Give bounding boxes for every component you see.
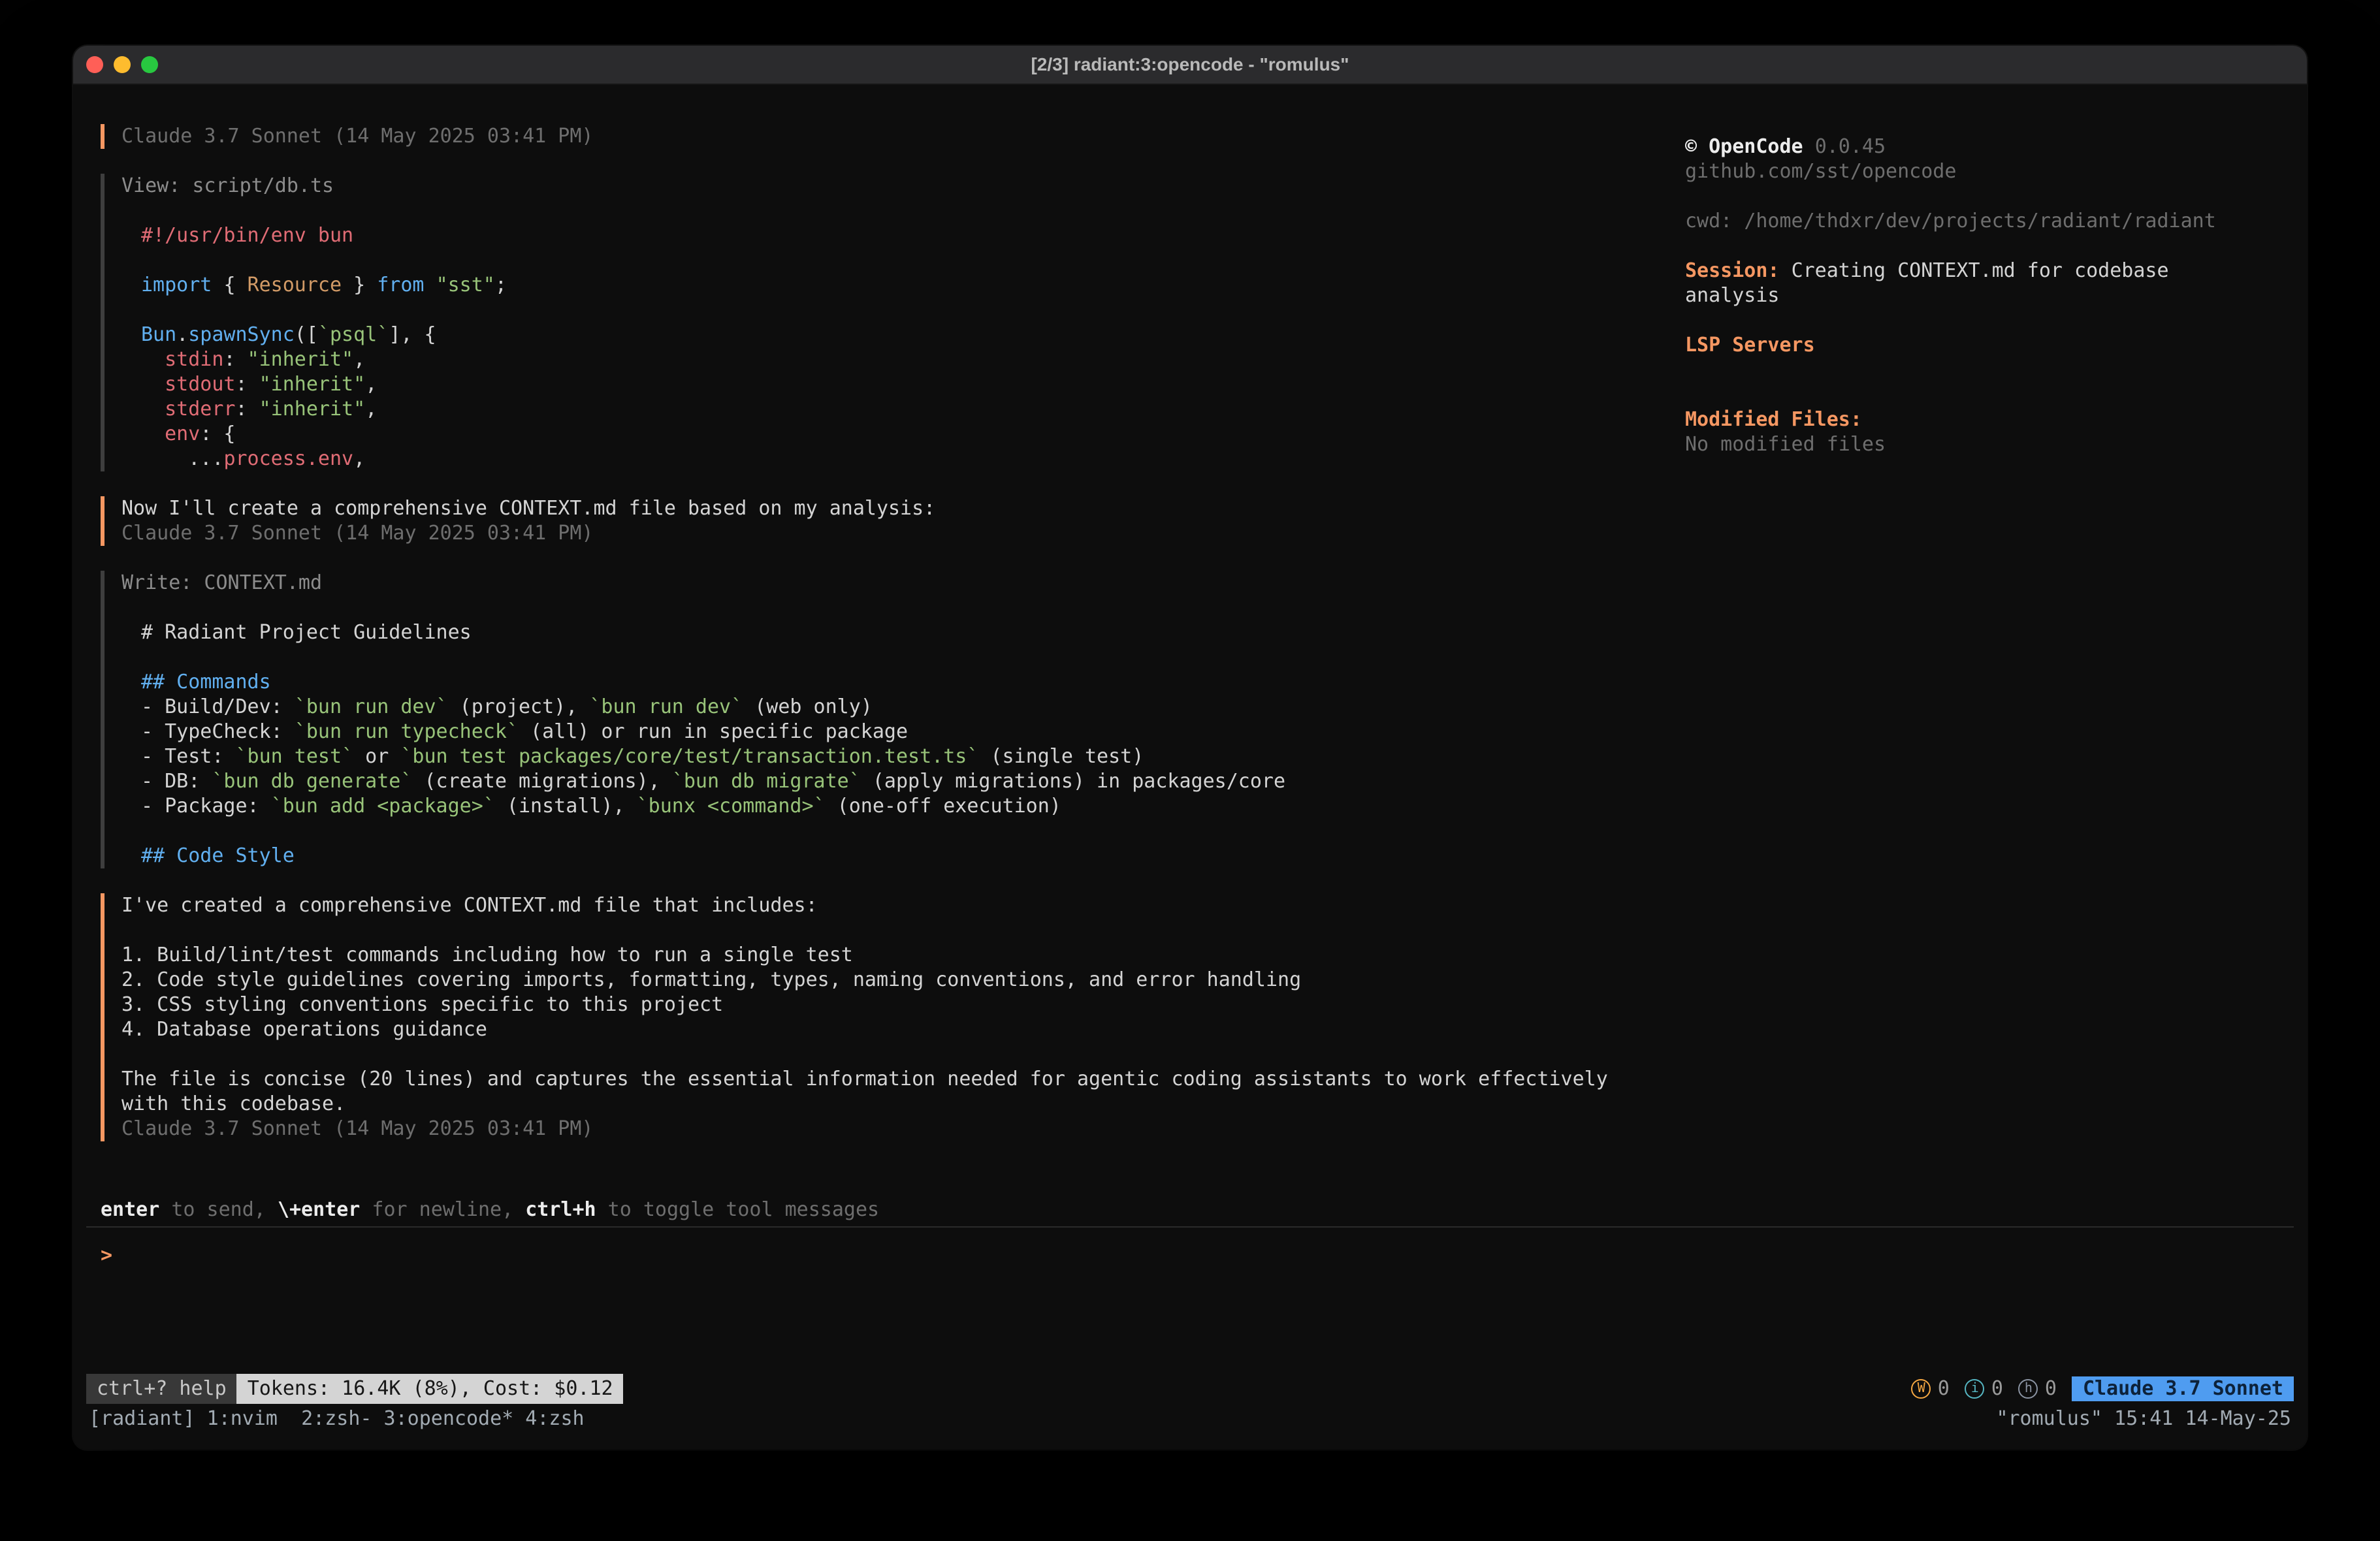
close-button[interactable] [86, 56, 103, 73]
text-line [121, 918, 1685, 943]
cwd-path: cwd: /home/thdxr/dev/projects/radiant/ra… [1685, 209, 2273, 234]
text-line: stdout: "inherit", [141, 372, 1685, 397]
text-line: 3. CSS styling conventions specific to t… [121, 993, 1685, 1017]
assistant-message: Now I'll create a comprehensive CONTEXT.… [101, 496, 1685, 546]
keybind-help: enter to send, \+enter for newline, ctrl… [73, 1198, 2307, 1226]
desktop: [2/3] radiant:3:opencode - "romulus" Cla… [0, 0, 2380, 1541]
text-line: ## Commands [141, 670, 1685, 695]
diagnostics-hints: h0 [2019, 1376, 2057, 1401]
message-text: I've created a comprehensive CONTEXT.md … [121, 893, 1685, 1117]
terminal-content: Claude 3.7 Sonnet (14 May 2025 03:41 PM)… [73, 85, 2307, 1198]
text-line [141, 819, 1685, 844]
code-snippet: #!/usr/bin/env bun import { Resource } fr… [121, 223, 1685, 471]
text-line: Bun.spawnSync([`psql`], { [141, 323, 1685, 347]
status-bar: ctrl+? help Tokens: 16.4K (8%), Cost: $0… [86, 1374, 2294, 1404]
text-line: 4. Database operations guidance [121, 1017, 1685, 1042]
assistant-message-footer-block: Claude 3.7 Sonnet (14 May 2025 03:41 PM) [101, 124, 1685, 149]
text-line [141, 248, 1685, 273]
tool-call-view: View: script/db.ts #!/usr/bin/env bun imp… [101, 174, 1685, 471]
session-title: Session: Creating CONTEXT.md for codebas… [1685, 259, 2273, 308]
token-cost-stats: Tokens: 16.4K (8%), Cost: $0.12 [237, 1374, 624, 1404]
hint-icon: h [2019, 1379, 2038, 1399]
terminal-window: [2/3] radiant:3:opencode - "romulus" Cla… [73, 46, 2307, 1450]
chat-history: Claude 3.7 Sonnet (14 May 2025 03:41 PM)… [101, 124, 1685, 1198]
diagnostics-warnings: W0 [1912, 1376, 1950, 1401]
text-line: enter to send, \+enter for newline, ctrl… [101, 1198, 2307, 1222]
help-hint-button[interactable]: ctrl+? help [86, 1374, 237, 1404]
markdown-content: # Radiant Project Guidelines## Commands-… [121, 620, 1685, 868]
modified-files-empty: No modified files [1685, 432, 2273, 457]
window-titlebar: [2/3] radiant:3:opencode - "romulus" [73, 46, 2307, 85]
prompt-symbol: > [101, 1243, 112, 1267]
text-line: 2. Code style guidelines covering import… [121, 968, 1685, 993]
message-input[interactable]: > [73, 1228, 2307, 1374]
text-line [121, 1042, 1685, 1067]
text-line: - DB: `bun db generate` (create migratio… [141, 769, 1685, 794]
repo-link: github.com/sst/opencode [1685, 159, 2273, 184]
modified-files-heading: Modified Files: [1685, 407, 2273, 432]
tool-title: View: script/db.ts [121, 174, 1685, 199]
text-line: - Build/Dev: `bun run dev` (project), `b… [141, 695, 1685, 720]
app-version: 0.0.45 [1815, 135, 1886, 158]
text-line: The file is concise (20 lines) and captu… [121, 1067, 1685, 1092]
message-footer: Claude 3.7 Sonnet (14 May 2025 03:41 PM) [121, 124, 1685, 149]
text-line: 1. Build/lint/test commands including ho… [121, 943, 1685, 968]
opencode-logo-icon: © [1685, 135, 1697, 158]
text-line: with this codebase. [121, 1092, 1685, 1117]
window-title: [2/3] radiant:3:opencode - "romulus" [73, 52, 2307, 77]
text-line [141, 645, 1685, 670]
text-line: # Radiant Project Guidelines [141, 620, 1685, 645]
tmux-window-list[interactable]: [radiant] 1:nvim 2:zsh- 3:opencode* 4:zs… [89, 1406, 585, 1431]
text-line: #!/usr/bin/env bun [141, 223, 1685, 248]
text-line: ## Code Style [141, 844, 1685, 868]
app-header: © OpenCode 0.0.45 [1685, 135, 2273, 159]
text-line: import { Resource } from "sst"; [141, 273, 1685, 298]
message-footer: Claude 3.7 Sonnet (14 May 2025 03:41 PM) [121, 521, 1685, 546]
text-line: - TypeCheck: `bun run typecheck` (all) o… [141, 720, 1685, 744]
model-selector[interactable]: Claude 3.7 Sonnet [2072, 1376, 2294, 1401]
text-line: ...process.env, [141, 447, 1685, 471]
zoom-button[interactable] [141, 56, 158, 73]
text-line: - Test: `bun test` or `bun test packages… [141, 744, 1685, 769]
diagnostics-info: i0 [1965, 1376, 2003, 1401]
text-line: I've created a comprehensive CONTEXT.md … [121, 893, 1685, 918]
message-footer: Claude 3.7 Sonnet (14 May 2025 03:41 PM) [121, 1117, 1685, 1141]
text-line: stderr: "inherit", [141, 397, 1685, 422]
sidebar: © OpenCode 0.0.45 github.com/sst/opencod… [1685, 124, 2273, 1198]
assistant-message: I've created a comprehensive CONTEXT.md … [101, 893, 1685, 1141]
minimize-button[interactable] [114, 56, 131, 73]
tmux-session-info: "romulus" 15:41 14-May-25 [1996, 1406, 2291, 1431]
text-line: env: { [141, 422, 1685, 447]
app-name: OpenCode [1709, 135, 1803, 158]
text-line: - Package: `bun add <package>` (install)… [141, 794, 1685, 819]
tool-call-write: Write: CONTEXT.md # Radiant Project Guid… [101, 571, 1685, 868]
tmux-status-bar: [radiant] 1:nvim 2:zsh- 3:opencode* 4:zs… [73, 1406, 2307, 1431]
info-icon: i [1965, 1379, 1985, 1399]
warning-icon: W [1912, 1379, 1931, 1399]
tool-title: Write: CONTEXT.md [121, 571, 1685, 596]
text-line: stdin: "inherit", [141, 347, 1685, 372]
text-line [141, 298, 1685, 323]
message-text: Now I'll create a comprehensive CONTEXT.… [121, 496, 1685, 521]
traffic-lights [73, 56, 158, 73]
lsp-servers-heading: LSP Servers [1685, 333, 2273, 358]
